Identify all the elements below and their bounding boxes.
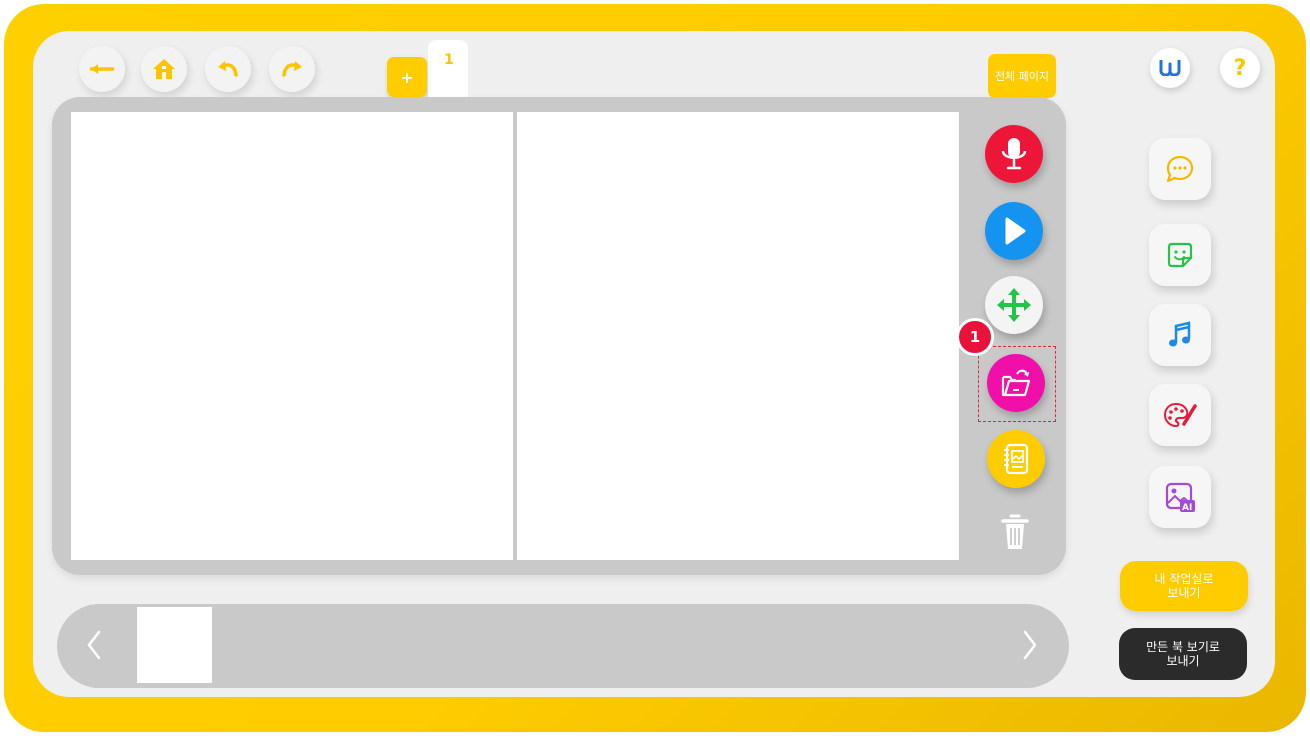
play-icon	[1005, 217, 1026, 245]
add-page-button[interactable]: +	[387, 57, 427, 97]
undo-icon	[218, 61, 238, 77]
chevron-left-icon	[87, 630, 101, 660]
drawing-button[interactable]	[1149, 384, 1211, 446]
open-folder-icon	[1001, 369, 1031, 397]
palette-icon	[1163, 402, 1197, 428]
trash-icon	[1001, 514, 1029, 549]
music-button[interactable]	[1149, 304, 1211, 366]
arrow-left-icon	[90, 64, 114, 74]
svg-text:AI: AI	[1182, 503, 1192, 513]
home-button[interactable]	[141, 46, 187, 92]
music-note-icon	[1169, 321, 1191, 347]
home-icon	[153, 59, 175, 79]
ai-image-button[interactable]: AI	[1149, 466, 1211, 528]
filmstrip-next-button[interactable]	[1016, 626, 1044, 664]
chevron-right-icon	[1023, 630, 1037, 660]
open-file-button[interactable]	[987, 354, 1045, 412]
microphone-icon	[1001, 138, 1027, 170]
left-page-canvas[interactable]	[71, 112, 513, 560]
add-page-label: +	[400, 67, 414, 87]
undo-button[interactable]	[205, 46, 251, 92]
brand-logo-icon	[1159, 60, 1181, 76]
page-tab-number: 1	[444, 52, 454, 68]
all-pages-button[interactable]: 전체 페이지	[988, 54, 1056, 98]
move-icon	[997, 288, 1031, 322]
brand-logo-button[interactable]	[1150, 48, 1190, 88]
all-pages-label: 전체 페이지	[994, 70, 1050, 83]
send-to-studio-button[interactable]: 내 작업실로 보내기	[1120, 561, 1248, 611]
back-button[interactable]	[79, 46, 125, 92]
send-to-book-view-button[interactable]: 만든 북 보기로 보내기	[1119, 628, 1247, 680]
speech-bubble-icon	[1166, 155, 1194, 183]
speech-bubble-button[interactable]	[1149, 138, 1211, 200]
album-icon	[1004, 443, 1029, 475]
filmstrip-prev-button[interactable]	[80, 626, 108, 664]
send-to-book-view-label: 만든 북 보기로 보내기	[1146, 640, 1220, 668]
help-button[interactable]: ?	[1220, 48, 1260, 88]
send-to-studio-label: 내 작업실로 보내기	[1154, 572, 1214, 600]
ai-image-icon: AI	[1165, 482, 1195, 513]
sticker-icon	[1167, 242, 1193, 268]
redo-icon	[282, 61, 302, 77]
move-button[interactable]	[985, 276, 1043, 334]
delete-button[interactable]	[998, 510, 1032, 554]
callout-number: 1	[969, 328, 981, 346]
sticker-button[interactable]	[1149, 224, 1211, 286]
right-page-canvas[interactable]	[517, 112, 959, 560]
page-thumbnail[interactable]	[137, 607, 212, 683]
callout-badge: 1	[956, 318, 994, 356]
record-audio-button[interactable]	[985, 125, 1043, 183]
help-label: ?	[1233, 55, 1247, 81]
play-button[interactable]	[985, 202, 1043, 260]
page-tab-1[interactable]: 1	[428, 40, 468, 98]
album-button[interactable]	[987, 430, 1045, 488]
redo-button[interactable]	[269, 46, 315, 92]
